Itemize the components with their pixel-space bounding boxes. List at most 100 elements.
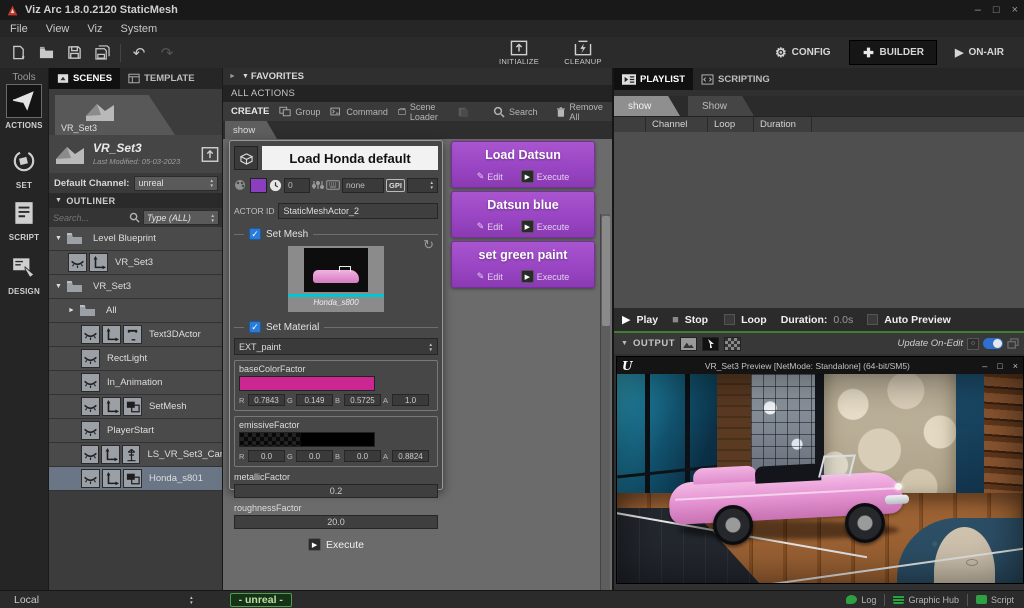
- output-mode-image-icon[interactable]: [680, 336, 697, 351]
- tab-scripting[interactable]: SCRIPTING: [693, 68, 778, 90]
- eye-icon[interactable]: [81, 421, 100, 440]
- create-scene-loader-button[interactable]: Scene Loader: [398, 102, 447, 122]
- eye-icon[interactable]: [81, 325, 100, 344]
- default-channel-select[interactable]: unreal ▲ ▼: [134, 175, 218, 191]
- delay-input[interactable]: 0: [284, 177, 310, 193]
- play-button[interactable]: Play: [636, 314, 658, 326]
- vertical-scrollbar[interactable]: ▲ ▼: [600, 214, 610, 608]
- tree-expander-icon[interactable]: ▼: [55, 235, 64, 242]
- cleanup-button[interactable]: CLEANUP: [551, 37, 615, 68]
- gpi-select[interactable]: ▲ ▼: [406, 177, 438, 193]
- save-icon[interactable]: [64, 43, 84, 63]
- tree-row-ls-vr-set3-car[interactable]: LS_VR_Set3_Car: [49, 443, 223, 467]
- tree-row-honda-s801[interactable]: Honda_s801: [49, 467, 223, 491]
- tree-row-rectlight[interactable]: RectLight: [49, 347, 223, 371]
- subtab-show[interactable]: show: [614, 96, 680, 116]
- on-air-button[interactable]: ▶ ON-AIR: [943, 40, 1016, 65]
- undo-icon[interactable]: ↶: [129, 43, 149, 63]
- subtab-show-2[interactable]: Show: [688, 96, 754, 116]
- channel-value-input[interactable]: 1.0: [392, 394, 429, 406]
- location-select[interactable]: Local: [14, 594, 39, 606]
- action-color-swatch[interactable]: [250, 177, 267, 193]
- create-group-button[interactable]: Group: [279, 106, 320, 117]
- channel-value-input[interactable]: 0.0: [344, 450, 381, 462]
- initialize-button[interactable]: INITIALIZE: [487, 37, 551, 68]
- card-execute-button[interactable]: ▶ Execute: [520, 170, 569, 183]
- card-execute-button[interactable]: ▶ Execute: [520, 220, 569, 233]
- transform-icon[interactable]: [102, 325, 121, 344]
- search-button[interactable]: Search: [493, 106, 537, 118]
- tree-row-setmesh[interactable]: SetMesh: [49, 395, 223, 419]
- eye-icon[interactable]: [68, 253, 87, 272]
- status-graphic-hub[interactable]: Graphic Hub: [893, 595, 959, 605]
- builder-button[interactable]: BUILDER: [848, 40, 937, 65]
- tree-row-level-blueprint[interactable]: ▼ Level Blueprint: [49, 227, 223, 251]
- card-execute-button[interactable]: ▶ Execute: [520, 270, 569, 283]
- hotkey-input[interactable]: none: [342, 177, 384, 193]
- action-title-field[interactable]: Load Honda default: [262, 146, 438, 170]
- playlist-body[interactable]: [614, 132, 1024, 308]
- tree-row-in-animation[interactable]: In_Animation: [49, 371, 223, 395]
- transform-icon[interactable]: [102, 469, 121, 488]
- status-log[interactable]: Log: [846, 595, 876, 605]
- eye-icon[interactable]: [81, 349, 100, 368]
- open-folder-icon[interactable]: [36, 43, 56, 63]
- config-button[interactable]: ⚙ CONFIG: [763, 40, 843, 65]
- eye-icon[interactable]: [81, 373, 100, 392]
- save-all-icon[interactable]: [92, 43, 112, 63]
- transform-icon[interactable]: [102, 397, 121, 416]
- action-card-load-datsun[interactable]: Load Datsun ✎ Edit ▶ Execute: [451, 141, 595, 188]
- tab-playlist[interactable]: PLAYLIST: [614, 68, 694, 90]
- collapse-icon[interactable]: ▼: [621, 340, 628, 347]
- tab-template[interactable]: TEMPLATE: [120, 68, 203, 89]
- mesh-icon[interactable]: [123, 469, 142, 488]
- channel-value-input[interactable]: 0.7843: [248, 394, 285, 406]
- tree-row-all[interactable]: ► All: [49, 299, 223, 323]
- type-filter-select[interactable]: Type (ALL) ▲ ▼: [143, 210, 219, 225]
- column-loop[interactable]: Loop: [708, 116, 754, 133]
- channel-value-input[interactable]: 0.5725: [344, 394, 381, 406]
- metallic-input[interactable]: 0.2: [234, 484, 438, 498]
- roughness-input[interactable]: 20.0: [234, 515, 438, 529]
- transform-icon[interactable]: [89, 253, 108, 272]
- scene-export-icon[interactable]: [201, 146, 219, 163]
- scrollbar-thumb[interactable]: [602, 216, 610, 326]
- eye-icon[interactable]: [81, 469, 100, 488]
- channel-value-input[interactable]: 0.0: [248, 450, 285, 462]
- stop-button[interactable]: Stop: [685, 314, 708, 326]
- tab-show[interactable]: show: [225, 121, 277, 139]
- close-button[interactable]: ×: [1012, 4, 1018, 16]
- menu-viz[interactable]: Viz: [87, 23, 102, 35]
- card-edit-button[interactable]: ✎ Edit: [477, 170, 503, 183]
- minimize-button[interactable]: –: [975, 4, 981, 16]
- output-circle-button[interactable]: ○: [967, 337, 979, 350]
- tree-row-vr-set3[interactable]: ▼ VR_Set3: [49, 275, 223, 299]
- channel-value-input[interactable]: 0.149: [296, 394, 333, 406]
- tree-expander-icon[interactable]: ►: [68, 307, 77, 314]
- refresh-icon[interactable]: ↻: [423, 237, 434, 253]
- eye-icon[interactable]: [81, 397, 100, 416]
- menu-file[interactable]: File: [10, 23, 28, 35]
- action-card-set-green-paint[interactable]: set green paint ✎ Edit ▶ Execute: [451, 241, 595, 288]
- scene-tab-vr-set3[interactable]: VR_Set3: [55, 95, 175, 135]
- light-icon[interactable]: [121, 445, 141, 464]
- emissive-bar[interactable]: [239, 432, 375, 447]
- channel-value-input[interactable]: 0.0: [296, 450, 333, 462]
- play-icon[interactable]: ▶: [622, 313, 630, 326]
- rail-item-actions[interactable]: ACTIONS: [0, 84, 48, 130]
- outliner-header[interactable]: ▼ OUTLINER: [49, 193, 223, 208]
- card-edit-button[interactable]: ✎ Edit: [477, 270, 503, 283]
- output-mode-checker-icon[interactable]: [724, 336, 741, 351]
- rail-item-set[interactable]: SET: [0, 144, 48, 190]
- close-button[interactable]: ×: [1013, 361, 1018, 371]
- menu-system[interactable]: System: [120, 23, 157, 35]
- mesh-thumbnail[interactable]: Honda_s800: [288, 246, 384, 312]
- card-edit-button[interactable]: ✎ Edit: [477, 220, 503, 233]
- mesh-icon[interactable]: [123, 397, 142, 416]
- unreal-viewport[interactable]: [617, 374, 1023, 583]
- material-select[interactable]: EXT_paint ▲ ▼: [234, 338, 438, 355]
- set-material-checkbox[interactable]: ✓: [249, 321, 261, 333]
- tree-row-text3dactor[interactable]: Text3DActor: [49, 323, 223, 347]
- minimize-button[interactable]: –: [982, 361, 987, 371]
- update-on-edit-toggle[interactable]: [983, 338, 1003, 349]
